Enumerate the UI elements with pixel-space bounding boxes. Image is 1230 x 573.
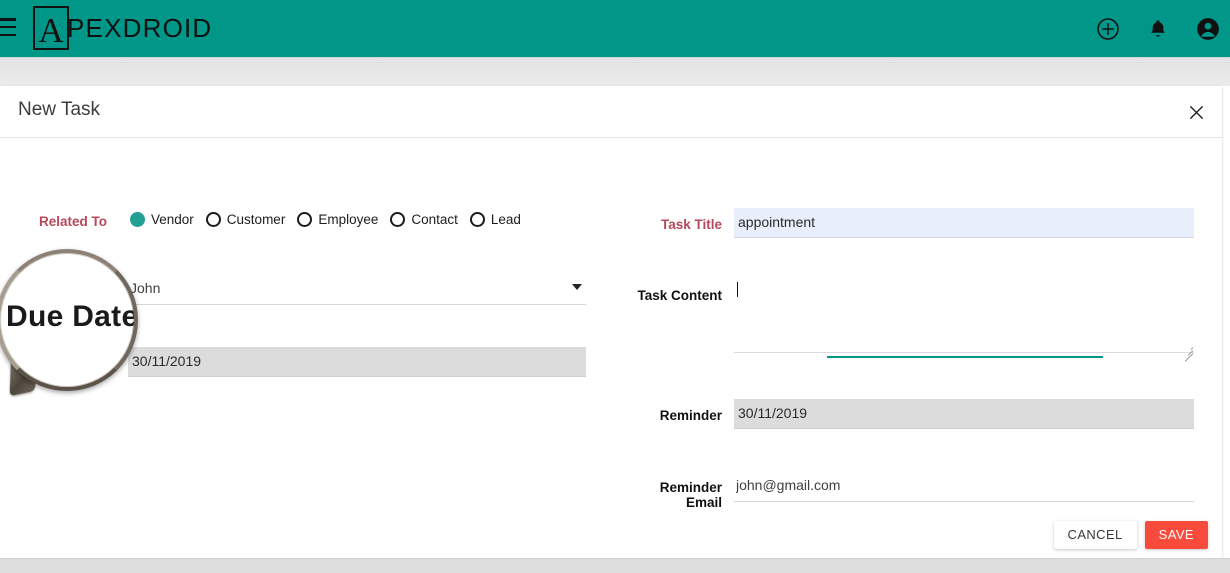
due-date-label: Due Date: [48, 356, 107, 371]
form-right-column: Task Title Task Content: [612, 138, 1222, 558]
hamburger-line: [0, 18, 16, 21]
reminder-email-label: Reminder Email: [612, 480, 722, 510]
radio-label: Lead: [490, 212, 521, 227]
radio-option-lead[interactable]: Lead: [469, 212, 521, 227]
vendor-label: Vendor: [61, 285, 107, 300]
radio-option-vendor[interactable]: Vendor: [130, 212, 194, 227]
task-content-field-wrap[interactable]: [734, 281, 1194, 362]
radio-label: Customer: [226, 212, 286, 227]
task-title-input[interactable]: [734, 208, 1194, 238]
logo-wordmark: PEXDROID: [67, 12, 213, 43]
app-root: A PEXDROID New Task Related To Vendor Cu…: [0, 0, 1230, 573]
related-to-radio-group[interactable]: Vendor Customer Employee Contact Lead: [130, 212, 533, 227]
reminder-input[interactable]: [734, 399, 1194, 429]
radio-indicator: [390, 212, 406, 227]
radio-option-customer[interactable]: Customer: [205, 212, 286, 227]
radio-label: Contact: [411, 212, 458, 227]
task-title-field-wrap[interactable]: [734, 208, 1194, 238]
app-bar-actions: [1094, 0, 1230, 57]
form-left-column: Related To Vendor Customer Employee Cont…: [0, 138, 612, 558]
resize-line: [1184, 353, 1194, 362]
vendor-select-wrap[interactable]: [128, 275, 586, 305]
hamburger-line: [0, 25, 16, 29]
dialog-actions: CANCEL SAVE: [1053, 521, 1208, 549]
logo-initial: A: [38, 10, 64, 50]
hamburger-menu-icon[interactable]: [0, 18, 16, 36]
dialog-header: New Task: [0, 86, 1222, 138]
related-to-label: Related To: [38, 214, 107, 229]
task-content-label: Task Content: [637, 288, 722, 303]
due-date-field-wrap[interactable]: [128, 347, 586, 377]
reminder-email-input[interactable]: [734, 472, 1194, 502]
radio-indicator: [297, 212, 313, 227]
reminder-email-label-line1: Reminder: [659, 480, 722, 495]
page-backdrop-strip: [0, 57, 1230, 86]
radio-indicator: [469, 212, 485, 227]
radio-label: Employee: [318, 212, 379, 227]
notifications-bell-icon[interactable]: [1144, 15, 1172, 43]
add-circle-icon[interactable]: [1094, 15, 1122, 43]
top-app-bar: A PEXDROID: [0, 0, 1230, 57]
app-logo[interactable]: A PEXDROID: [33, 6, 212, 50]
bottom-strip: [0, 558, 1230, 573]
reminder-email-field-wrap[interactable]: [734, 472, 1194, 502]
text-caret: [737, 282, 738, 297]
new-task-form: Related To Vendor Customer Employee Cont…: [0, 138, 1222, 558]
radio-indicator-selected: [130, 212, 145, 227]
task-content-textarea[interactable]: [734, 281, 1194, 353]
logo-mark: A: [33, 6, 69, 50]
radio-label: Vendor: [151, 212, 194, 227]
radio-option-employee[interactable]: Employee: [297, 212, 378, 227]
reminder-field-wrap[interactable]: [734, 399, 1194, 429]
page-title: New Task: [18, 99, 101, 120]
account-circle-icon[interactable]: [1194, 15, 1222, 43]
focus-underline: [827, 356, 1103, 358]
task-title-label: Task Title: [660, 217, 722, 232]
close-icon[interactable]: [1182, 98, 1210, 126]
cancel-button[interactable]: CANCEL: [1053, 521, 1137, 549]
hamburger-line: [0, 33, 16, 36]
vendor-select[interactable]: [128, 275, 586, 305]
new-task-dialog: New Task Related To Vendor Customer Empl…: [0, 86, 1222, 558]
reminder-email-label-line2: Email: [685, 495, 722, 510]
reminder-label: Reminder: [659, 408, 722, 423]
save-button[interactable]: SAVE: [1144, 521, 1208, 549]
radio-option-contact[interactable]: Contact: [390, 212, 458, 227]
radio-indicator: [205, 212, 221, 227]
due-date-input[interactable]: [128, 347, 586, 377]
